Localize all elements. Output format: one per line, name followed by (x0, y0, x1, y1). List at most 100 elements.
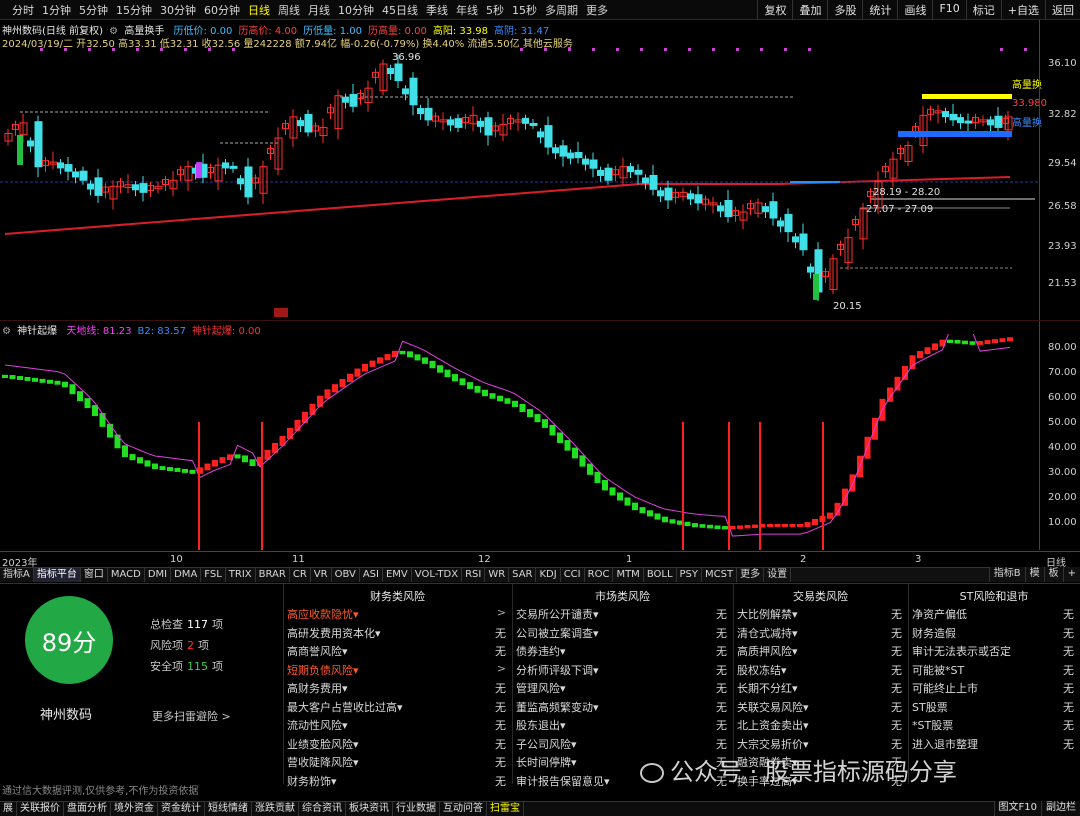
bottom-tab-3[interactable]: 境外资金 (111, 802, 158, 816)
risk-row[interactable]: 子公司风险▾ 无 (512, 736, 733, 754)
risk-row[interactable]: 最大客户占营收比过高▾ 无 (283, 699, 512, 717)
period-tab-5[interactable]: 60分钟 (200, 2, 244, 18)
bottom-tab-8[interactable]: 板块资讯 (346, 802, 393, 816)
period-tab-8[interactable]: 月线 (304, 2, 334, 18)
bottom-tab-7[interactable]: 综合资讯 (299, 802, 346, 816)
bottom-tab-11[interactable]: 扫雷宝 (487, 802, 524, 816)
indicator-tab-22[interactable]: BOLL (644, 568, 677, 582)
indicator-tab-0[interactable]: 指标A (0, 568, 34, 582)
indicator-tab-4[interactable]: DMI (145, 568, 172, 582)
toolbar-button-8[interactable]: 返回 (1045, 0, 1080, 20)
indicator-tab-11[interactable]: OBV (332, 568, 360, 582)
indicator-tab-14[interactable]: VOL-TDX (412, 568, 463, 582)
indicator-tab-21[interactable]: MTM (613, 568, 644, 582)
risk-row[interactable]: 财务粉饰▾ 无 (283, 773, 512, 791)
toolbar-button-0[interactable]: 复权 (757, 0, 792, 20)
risk-row[interactable]: 可能被*ST 无 (908, 662, 1080, 680)
risk-row[interactable]: 财务造假 无 (908, 625, 1080, 643)
risk-row[interactable]: 关联交易风险▾ 无 (733, 699, 908, 717)
indicator-tab-15[interactable]: RSI (462, 568, 486, 582)
bottom-tab-9[interactable]: 行业数据 (393, 802, 440, 816)
indicator-tab-20[interactable]: ROC (585, 568, 614, 582)
indicator-tab-19[interactable]: CCI (561, 568, 585, 582)
period-tab-1[interactable]: 1分钟 (38, 2, 75, 18)
toolbar-button-4[interactable]: 画线 (897, 0, 932, 20)
risk-row[interactable]: 进入退市整理 无 (908, 736, 1080, 754)
indicator-tab-16[interactable]: WR (485, 568, 510, 582)
risk-row[interactable]: 净资产偏低 无 (908, 606, 1080, 624)
period-tab-10[interactable]: 45日线 (378, 2, 422, 18)
period-tab-13[interactable]: 5秒 (482, 2, 508, 18)
risk-row[interactable]: 可能终止上市 无 (908, 680, 1080, 698)
indicator-tab-5[interactable]: DMA (171, 568, 202, 582)
indicator-tab-9[interactable]: CR (290, 568, 311, 582)
risk-row[interactable]: 高应收款隐忧▾ > (283, 606, 512, 624)
period-tab-14[interactable]: 15秒 (508, 2, 541, 18)
period-tab-4[interactable]: 30分钟 (156, 2, 200, 18)
indicator-tab-18[interactable]: KDJ (536, 568, 561, 582)
toolbar-button-3[interactable]: 统计 (862, 0, 897, 20)
risk-row[interactable]: 短期负债风险▾ > (283, 662, 512, 680)
indicator-chart[interactable] (0, 334, 1040, 550)
risk-row[interactable]: 债券违约▾ 无 (512, 643, 733, 661)
indicator-tab-2[interactable]: 窗口 (81, 568, 108, 582)
risk-row[interactable]: 股权冻结▾ 无 (733, 662, 908, 680)
risk-row[interactable]: 清仓式减持▾ 无 (733, 625, 908, 643)
toolbar-button-1[interactable]: 叠加 (792, 0, 827, 20)
period-tab-16[interactable]: 更多 (582, 2, 612, 18)
indicator-tab-7[interactable]: TRIX (226, 568, 256, 582)
period-tab-12[interactable]: 年线 (452, 2, 482, 18)
indicator-tab-6[interactable]: FSL (201, 568, 226, 582)
bottom-right-0[interactable]: 图文F10 (993, 801, 1041, 816)
bottom-tab-6[interactable]: 涨跌贡献 (252, 802, 299, 816)
risk-row[interactable]: 董监高频繁变动▾ 无 (512, 699, 733, 717)
indicator-tab-24[interactable]: MCST (702, 568, 738, 582)
period-tab-6[interactable]: 日线 (244, 2, 274, 18)
bottom-right-1[interactable]: 副边栏 (1041, 801, 1080, 816)
toolbar-button-7[interactable]: +自选 (1000, 0, 1045, 20)
indicator-tab-23[interactable]: PSY (677, 568, 703, 582)
toolbar-button-6[interactable]: 标记 (965, 0, 1001, 20)
indicator-right-3[interactable]: + (1062, 567, 1080, 582)
indicator-tab-26[interactable]: 设置 (764, 568, 792, 582)
risk-row[interactable]: 管理风险▾ 无 (512, 680, 733, 698)
risk-row[interactable]: 营收陡降风险▾ 无 (283, 754, 512, 772)
period-tab-15[interactable]: 多周期 (541, 2, 582, 18)
indicator-right-0[interactable]: 指标B (988, 567, 1025, 582)
indicator-tab-3[interactable]: MACD (108, 568, 145, 582)
indicator-tab-1[interactable]: 指标平台 (33, 568, 81, 582)
risk-row[interactable]: 公司被立案调查▾ 无 (512, 625, 733, 643)
indicator-right-2[interactable]: 板 (1043, 567, 1063, 582)
bottom-tab-10[interactable]: 互动问答 (440, 802, 487, 816)
risk-row[interactable]: 长期不分红▾ 无 (733, 680, 908, 698)
bottom-tab-5[interactable]: 短线情绪 (205, 802, 252, 816)
risk-row[interactable]: *ST股票 无 (908, 717, 1080, 735)
period-tab-2[interactable]: 5分钟 (75, 2, 112, 18)
period-tab-7[interactable]: 周线 (274, 2, 304, 18)
toolbar-button-2[interactable]: 多股 (827, 0, 862, 20)
more-scan-link[interactable]: 更多扫雷避险 > (152, 708, 231, 724)
period-tab-0[interactable]: 分时 (8, 2, 38, 18)
bottom-tab-0[interactable]: 展 (0, 802, 17, 816)
risk-row[interactable]: 分析师评级下调▾ 无 (512, 662, 733, 680)
bottom-tab-4[interactable]: 资金统计 (158, 802, 205, 816)
bottom-tab-1[interactable]: 关联报价 (17, 802, 64, 816)
period-tab-9[interactable]: 10分钟 (334, 2, 378, 18)
risk-row[interactable]: 高质押风险▾ 无 (733, 643, 908, 661)
indicator-tab-17[interactable]: SAR (509, 568, 537, 582)
risk-row[interactable]: 高商誉风险▾ 无 (283, 643, 512, 661)
indicator-right-1[interactable]: 模 (1024, 567, 1044, 582)
risk-row[interactable]: 大宗交易折价▾ 无 (733, 736, 908, 754)
toolbar-button-5[interactable]: F10 (932, 0, 965, 20)
risk-row[interactable]: 审计无法表示或否定 无 (908, 643, 1080, 661)
price-chart[interactable]: 36.9620.1528.19 - 28.2027.07 - 27.09高量换高… (0, 46, 1080, 320)
bottom-tab-2[interactable]: 盘面分析 (64, 802, 111, 816)
period-tab-11[interactable]: 季线 (422, 2, 452, 18)
risk-row[interactable]: 业绩变脸风险▾ 无 (283, 736, 512, 754)
risk-row[interactable]: 流动性风险▾ 无 (283, 717, 512, 735)
risk-row[interactable]: 高研发费用资本化▾ 无 (283, 625, 512, 643)
indicator-tab-10[interactable]: VR (311, 568, 332, 582)
indicator-tab-8[interactable]: BRAR (256, 568, 290, 582)
risk-row[interactable]: 高财务费用▾ 无 (283, 680, 512, 698)
indicator-tab-25[interactable]: 更多 (737, 568, 765, 582)
